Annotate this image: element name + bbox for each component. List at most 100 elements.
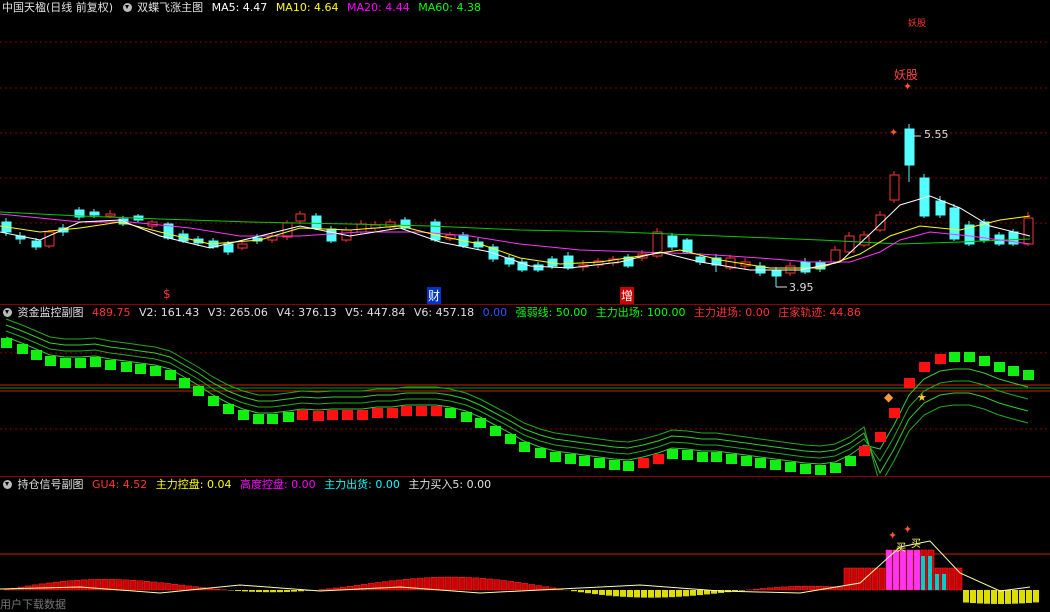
sub2-bar-down	[963, 590, 969, 603]
candle-body	[533, 264, 544, 271]
sub2-bar-up	[66, 580, 74, 591]
sub1-bar	[193, 386, 204, 396]
sub2-bar-up	[374, 582, 382, 591]
sub2-bar-down	[585, 590, 591, 594]
sub2-bar-up	[108, 579, 116, 591]
sub2-bar-up	[808, 585, 816, 591]
sub1-bar	[875, 432, 886, 442]
fund-monitor-panel[interactable]: 资金监控副图 489.75 V2: 161.43 V3: 265.06 V4: …	[0, 305, 1050, 476]
candle-body	[830, 249, 841, 263]
sub1-bar	[90, 357, 101, 367]
candlestick-chart[interactable]: ✦✦	[0, 0, 1050, 304]
sub1-bar	[935, 354, 946, 364]
sub2-bar-down	[641, 590, 647, 598]
sub1-bar	[623, 461, 634, 471]
candle-body	[89, 211, 100, 216]
sub2-bar-down	[662, 590, 668, 598]
sub1-band-line	[5, 318, 1029, 476]
sub1-bar	[1008, 366, 1019, 376]
main-chart-panel[interactable]: 中国天楹(日线 前复权) 双蝶飞涨主图 MA5: 4.47 MA10: 4.64…	[0, 0, 1050, 304]
sub2-bar-up	[794, 586, 802, 591]
fund-monitor-chart[interactable]: ◆ ★	[0, 305, 1050, 476]
sub1-bar	[741, 456, 752, 466]
candle-body	[800, 261, 811, 273]
sub2-bar-down	[620, 590, 626, 597]
sub1-band-line	[5, 336, 1029, 465]
sub2-bar-up	[395, 579, 403, 591]
sub1-bar	[994, 362, 1005, 372]
sub1-bar	[372, 408, 383, 418]
sub2-bar-up	[451, 576, 459, 591]
sub1-bar	[297, 410, 308, 420]
position-signal-chart[interactable]: ✦ ✦	[0, 477, 1050, 612]
candle-body	[311, 215, 322, 229]
candle-body	[935, 200, 946, 216]
position-signal-panel[interactable]: 持仓信号副图 GU4: 4.52 主力控盘: 0.04 高度控盘: 0.00 主…	[0, 477, 1050, 612]
sub2-bar-up	[3, 589, 11, 591]
sub2-bar-down	[277, 590, 283, 593]
sub2-bar-up	[528, 584, 536, 591]
sub2-bar-down	[291, 590, 297, 592]
candle-body	[563, 255, 574, 269]
diamond-icon: ◆	[884, 390, 894, 404]
sub2-bar-up	[143, 581, 151, 591]
sub1-bar	[949, 352, 960, 362]
sub1-bar	[416, 406, 427, 416]
sub1-bar	[342, 410, 353, 420]
sub2-bar-up	[892, 549, 900, 591]
sub1-bar	[815, 465, 826, 475]
candle-body	[875, 214, 886, 231]
sub1-bar	[505, 434, 516, 444]
sub2-bar-up	[472, 577, 480, 591]
buy-signal-label: 买	[896, 543, 906, 554]
sub2-bar-down	[578, 590, 584, 593]
marker-yaogu: 妖股	[894, 68, 919, 82]
sub2-bar-down	[1019, 590, 1025, 604]
marker-cai: 财	[427, 287, 442, 304]
candle-body	[667, 235, 678, 248]
sub1-bar	[800, 464, 811, 474]
sub2-bar-down	[683, 590, 689, 597]
candle-body	[1023, 217, 1034, 245]
low-price-label: 3.95	[789, 281, 814, 294]
sub1-bar	[979, 356, 990, 366]
sub1-bar	[1023, 370, 1034, 380]
sub1-bar	[445, 408, 456, 418]
sub1-bar	[283, 412, 294, 422]
sub2-bar-down	[669, 590, 675, 598]
sub1-bar	[919, 362, 930, 372]
candle-body	[682, 239, 693, 253]
sub2-bar-up	[423, 577, 431, 591]
sub2-bar-down	[977, 590, 983, 604]
sub2-bar-up	[780, 586, 788, 591]
sub2-bar-up	[157, 582, 165, 591]
sub2-bar-up	[73, 579, 81, 591]
sub1-bar	[327, 410, 338, 420]
sub2-bar-up	[836, 586, 844, 591]
marker-zeng: 增	[620, 287, 635, 304]
sub2-bar-down	[627, 590, 633, 598]
sub1-bar	[830, 463, 841, 473]
candle-body	[430, 221, 441, 241]
sub2-bar-down	[256, 590, 262, 593]
sub1-bar	[726, 454, 737, 464]
sub2-bar-down	[697, 590, 703, 596]
sub2-bar-down	[991, 590, 997, 604]
sub1-bar	[150, 366, 161, 376]
sub2-bar-up	[521, 583, 529, 591]
sub2-bar-cyan	[921, 556, 925, 590]
sub1-bar	[267, 414, 278, 424]
sub2-bar-down	[235, 590, 241, 591]
sub1-bar	[75, 358, 86, 368]
sub1-bar	[565, 454, 576, 464]
sub2-bar-up	[766, 587, 774, 591]
sub2-bar-down	[648, 590, 654, 598]
sub2-bar-up	[381, 581, 389, 591]
sub2-bar-cyan	[942, 574, 946, 590]
sub1-bar	[461, 412, 472, 422]
sub2-bar-up	[752, 588, 760, 591]
sub1-bar	[208, 396, 219, 406]
sub2-bar-down	[599, 590, 605, 595]
sub1-bar	[667, 449, 678, 459]
sub2-bar-up	[402, 579, 410, 591]
